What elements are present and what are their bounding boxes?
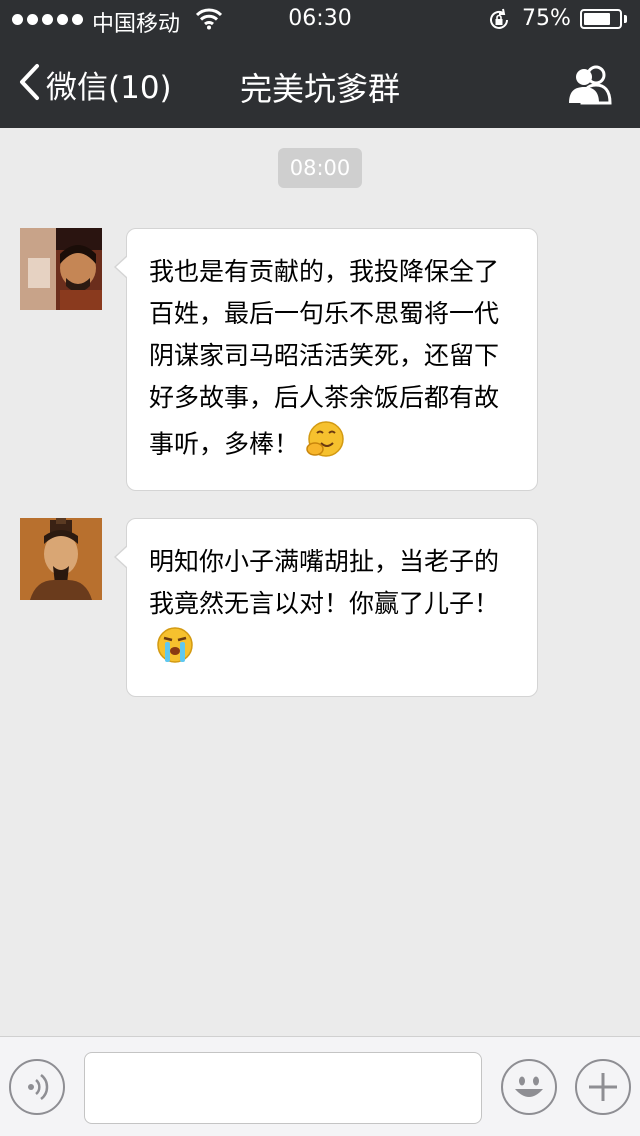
battery-icon: [580, 9, 622, 29]
navigation-bar: 微信(10) 完美坑爹群: [0, 40, 640, 128]
back-label: 微信(10): [46, 69, 172, 106]
back-button[interactable]: 微信(10): [18, 62, 172, 106]
chat-timestamp: 08:00: [278, 148, 362, 188]
message-bubble[interactable]: 我也是有贡献的，我投降保全了百姓，最后一句乐不思蜀将一代阴谋家司马昭活活笑死，还…: [114, 228, 538, 491]
input-bar: [0, 1036, 640, 1136]
battery-level-fill: [584, 13, 610, 25]
plus-icon[interactable]: [575, 1059, 631, 1115]
message-text: 明知你小子满嘴胡扯，当老子的我竟然无言以对！你赢了儿子！: [149, 547, 500, 618]
status-bar: 中国移动 06:30 75%: [0, 0, 640, 40]
rotation-lock-icon: [487, 8, 511, 38]
sender-avatar[interactable]: [20, 518, 102, 600]
sender-avatar[interactable]: [20, 228, 102, 310]
message-input[interactable]: [84, 1052, 482, 1124]
crying-emoji: [155, 625, 195, 678]
chevron-left-icon: [18, 63, 40, 105]
top-bar: 中国移动 06:30 75% 微信(10) 完美坑爹群: [0, 0, 640, 128]
shy-grin-emoji: [305, 419, 345, 472]
voice-icon[interactable]: [9, 1059, 65, 1115]
smiley-icon[interactable]: [501, 1059, 557, 1115]
message-bubble[interactable]: 明知你小子满嘴胡扯，当老子的我竟然无言以对！你赢了儿子！: [114, 518, 538, 697]
group-members-icon[interactable]: [566, 64, 614, 106]
battery-cap: [624, 15, 627, 23]
battery-percent: 75%: [522, 6, 571, 31]
